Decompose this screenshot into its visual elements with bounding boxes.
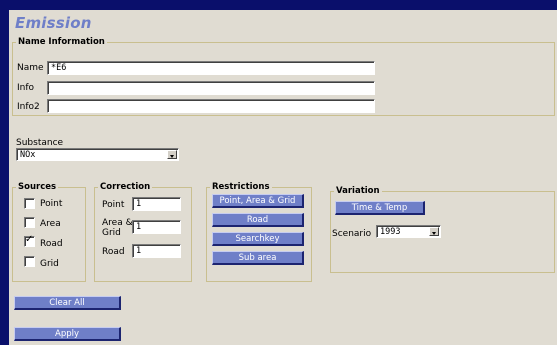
source-area-label: Area (40, 219, 61, 229)
apply-button[interactable]: Apply (14, 327, 121, 341)
clear-all-button[interactable]: Clear All (14, 296, 121, 310)
restrict-searchkey-button[interactable]: Searchkey (212, 232, 304, 246)
variation-legend: Variation (336, 186, 380, 196)
correction-road-label: Road (102, 247, 125, 257)
info-field[interactable] (47, 81, 375, 95)
correction-area-grid-label-line2: Grid (102, 228, 121, 238)
scenario-select[interactable]: 1993 (376, 225, 441, 238)
scenario-selected-value: 1993 (380, 227, 401, 237)
info2-field[interactable] (47, 99, 375, 113)
restrict-sub-area-button[interactable]: Sub area (212, 251, 304, 265)
correction-area-grid-label-line1: Area & (102, 218, 133, 228)
correction-legend: Correction (100, 182, 151, 192)
sources-legend: Sources (18, 182, 57, 192)
source-grid-label: Grid (40, 259, 59, 269)
substance-select[interactable]: NOx (16, 148, 179, 161)
source-road-checkbox[interactable] (24, 234, 35, 247)
correction-point-field[interactable]: 1 (132, 197, 181, 211)
name-information-legend: Name Information (18, 37, 105, 47)
name-field[interactable]: *E6 (47, 61, 375, 75)
restrictions-legend: Restrictions (212, 182, 270, 192)
source-point-label: Point (40, 199, 63, 209)
name-label: Name (17, 63, 44, 73)
chevron-down-icon[interactable] (429, 227, 439, 236)
source-area-checkbox[interactable] (24, 217, 35, 228)
restrict-road-button[interactable]: Road (212, 213, 304, 227)
chevron-down-icon[interactable] (167, 150, 177, 159)
correction-road-field[interactable]: 1 (132, 244, 181, 258)
emission-window: Emission Name Information Name *E6 Info … (9, 10, 557, 345)
source-grid-checkbox[interactable] (24, 256, 35, 267)
substance-selected-value: NOx (20, 150, 36, 160)
time-temp-button[interactable]: Time & Temp (335, 201, 425, 215)
correction-point-label: Point (102, 200, 125, 210)
info2-label: Info2 (17, 102, 40, 112)
scenario-label: Scenario (332, 229, 372, 239)
substance-label: Substance (16, 138, 64, 148)
restrict-point-area-grid-button[interactable]: Point, Area & Grid (212, 194, 304, 208)
source-point-checkbox[interactable] (24, 198, 35, 209)
correction-area-grid-field[interactable]: 1 (132, 220, 181, 234)
page-title: Emission (15, 14, 92, 32)
info-label: Info (17, 83, 35, 93)
source-road-label: Road (40, 239, 63, 249)
